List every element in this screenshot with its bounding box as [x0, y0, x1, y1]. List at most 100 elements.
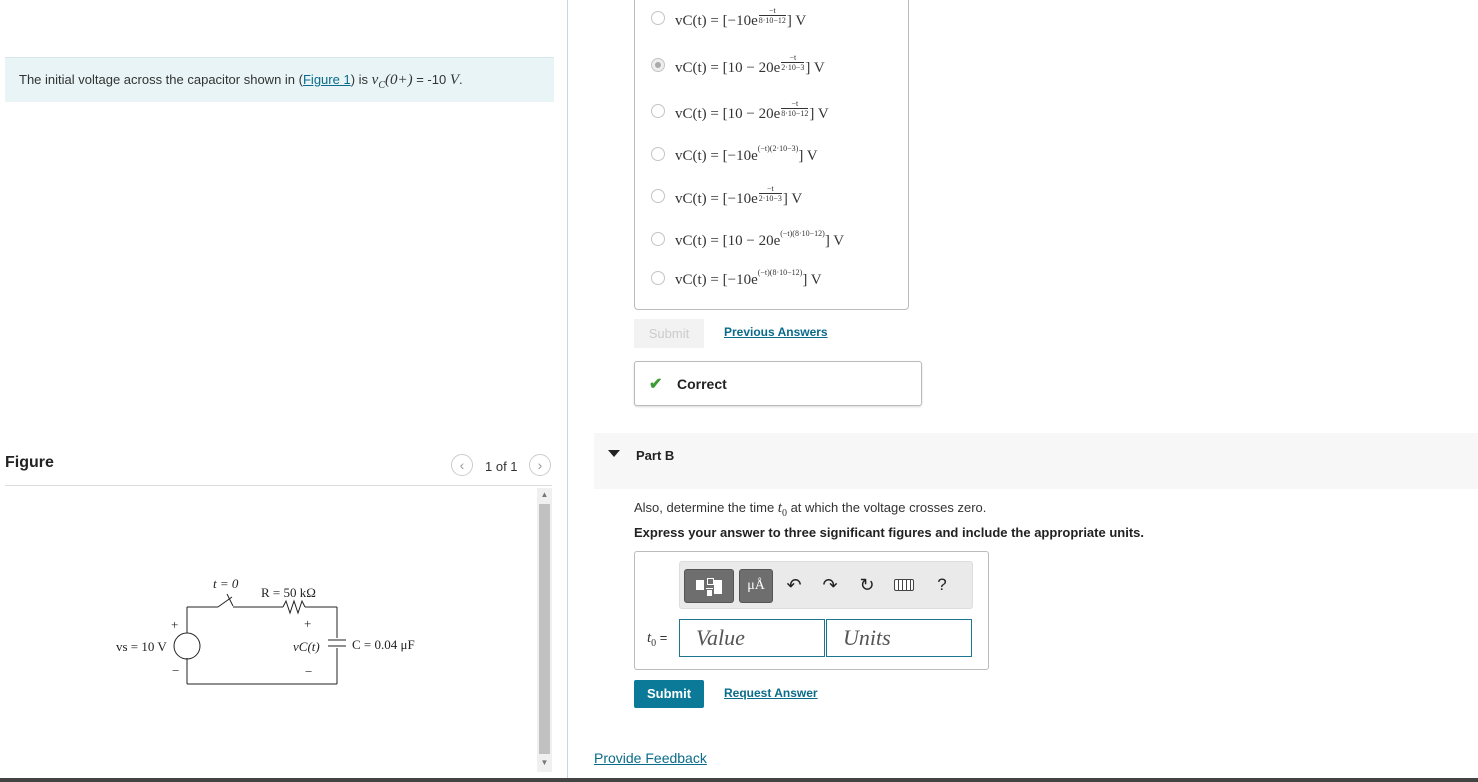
figure-scrollbar[interactable]: ▲ ▼: [537, 488, 552, 772]
option-row[interactable]: vC(t) = [10 − 20e(−t)(8·10−12)] V: [651, 229, 844, 249]
exponent-fraction: −t 2·10−3: [781, 53, 805, 72]
radio-button[interactable]: [651, 147, 665, 161]
scrollbar-thumb[interactable]: [539, 504, 550, 754]
capacitor-label: C = 0.04 μF: [352, 637, 415, 652]
radio-button[interactable]: [651, 11, 665, 25]
cap-plus: +: [304, 616, 311, 631]
request-answer-link[interactable]: Request Answer: [724, 686, 818, 700]
option-formula: vC(t) = [−10e −t 8·10−12] V: [675, 6, 806, 30]
switch-label: t = 0: [213, 576, 239, 591]
part-b-submit-button[interactable]: Submit: [634, 680, 704, 708]
redo-icon[interactable]: ↷: [817, 572, 843, 598]
prompt-suffix: ) is: [350, 72, 372, 87]
templates-icon: [694, 576, 724, 598]
formula-rhs: ] V: [786, 13, 807, 29]
figure-link[interactable]: Figure 1: [303, 72, 351, 87]
prompt-unit: V: [449, 72, 459, 88]
radio-button[interactable]: [651, 271, 665, 285]
option-formula: vC(t) = [−10e −t 2·10−3] V: [675, 184, 802, 208]
chevron-left-icon: ‹: [459, 457, 465, 473]
part-b-header[interactable]: Part B: [594, 433, 1478, 489]
fraction-denominator: 2·10−3: [758, 194, 782, 203]
formula-rhs: ] V: [802, 271, 822, 288]
figure-next-button[interactable]: ›: [529, 454, 551, 476]
problem-statement: The initial voltage across the capacitor…: [5, 57, 554, 102]
option-row[interactable]: vC(t) = [−10e(−t)(8·10−12)] V: [651, 268, 822, 288]
formula-lhs: vC(t) = [−10e: [675, 147, 758, 164]
prompt-end: .: [459, 72, 463, 87]
figure-prev-button[interactable]: ‹: [451, 454, 473, 476]
exponent-fraction: −t 8·10−12: [758, 6, 786, 25]
feedback-label: Correct: [677, 376, 727, 392]
prompt-prefix: The initial voltage across the capacitor…: [19, 72, 303, 87]
resistor-label: R = 50 kΩ: [261, 585, 316, 600]
fraction-numerator: −t: [758, 184, 782, 194]
keyboard-icon[interactable]: [894, 579, 914, 591]
question-suffix: at which the voltage crosses zero.: [786, 500, 987, 515]
option-row[interactable]: vC(t) = [−10e(−t)(2·10−3)] V: [651, 144, 818, 164]
part-b-question: Also, determine the time t0 at which the…: [634, 500, 986, 519]
exponent-fraction: −t 8·10−12: [781, 99, 809, 118]
answer-box: μÅ ↶ ↷ ↻ ? t0 = Value Units: [634, 551, 989, 670]
formula-lhs: vC(t) = [−10e: [675, 271, 758, 288]
figure-title: Figure: [5, 454, 54, 471]
option-row[interactable]: vC(t) = [−10e −t 2·10−3] V: [651, 184, 802, 208]
question-math: t0: [777, 500, 787, 519]
figure-header: Figure ‹ 1 of 1 ›: [5, 452, 552, 486]
answer-label: t0 =: [647, 630, 668, 649]
fraction-denominator: 8·10−12: [781, 109, 809, 118]
templates-button[interactable]: [684, 569, 734, 603]
scroll-up-icon[interactable]: ▲: [537, 488, 552, 502]
formula-lhs: vC(t) = [10 − 20e: [675, 106, 781, 122]
formula-lhs: vC(t) = [−10e: [675, 13, 758, 29]
fraction-numerator: −t: [781, 99, 809, 109]
undo-icon[interactable]: ↶: [781, 572, 807, 598]
option-row[interactable]: vC(t) = [10 − 20e −t 8·10−12] V: [651, 99, 829, 123]
figure-count: 1 of 1: [485, 459, 518, 474]
problem-text: The initial voltage across the capacitor…: [19, 72, 463, 91]
bottom-border: [0, 778, 1478, 782]
formula-rhs: ] V: [805, 60, 825, 76]
radio-button[interactable]: [651, 58, 665, 72]
circuit-diagram: t = 0 R = 50 kΩ vs = 10 V vC(t) C = 0.04…: [116, 576, 415, 685]
option-formula: vC(t) = [10 − 20e(−t)(8·10−12)] V: [675, 229, 844, 250]
fraction-numerator: −t: [758, 6, 786, 16]
caret-down-icon[interactable]: [608, 450, 620, 457]
prompt-math: vC(0+): [371, 72, 413, 91]
pane-divider: [567, 0, 568, 782]
previous-answers-link[interactable]: Previous Answers: [724, 325, 828, 339]
help-icon[interactable]: ?: [929, 572, 955, 598]
formula-rhs: ] V: [824, 232, 845, 249]
radio-button[interactable]: [651, 104, 665, 118]
cap-voltage-label: vC(t): [293, 639, 320, 654]
radio-button[interactable]: [651, 189, 665, 203]
fraction-denominator: 8·10−12: [758, 16, 786, 25]
option-row[interactable]: vC(t) = [−10e −t 8·10−12] V: [651, 6, 806, 30]
option-formula: vC(t) = [10 − 20e −t 8·10−12] V: [675, 99, 829, 123]
check-icon: ✔: [649, 376, 663, 393]
source-minus: −: [172, 663, 179, 678]
reset-icon[interactable]: ↻: [854, 572, 880, 598]
option-row[interactable]: vC(t) = [10 − 20e −t 2·10−3] V: [651, 53, 825, 77]
question-prefix: Also, determine the time: [634, 500, 778, 515]
fraction-denominator: 2·10−3: [781, 63, 805, 72]
math-toolbar: μÅ ↶ ↷ ↻ ?: [679, 561, 973, 609]
units-button[interactable]: μÅ: [739, 569, 773, 603]
formula-lhs: vC(t) = [−10e: [675, 191, 758, 207]
provide-feedback-link[interactable]: Provide Feedback: [594, 750, 707, 766]
source-plus: +: [171, 617, 178, 632]
feedback-correct: ✔ Correct: [634, 361, 922, 406]
exponent: (−t)(8·10−12): [757, 267, 803, 277]
scroll-down-icon[interactable]: ▼: [537, 756, 552, 770]
cap-minus: −: [305, 664, 312, 679]
formula-rhs: ] V: [809, 106, 829, 122]
formula-lhs: vC(t) = [10 − 20e: [675, 60, 781, 76]
value-input[interactable]: Value: [679, 619, 825, 657]
source-label: vs = 10 V: [116, 639, 167, 654]
part-a-submit-button: Submit: [634, 319, 704, 348]
option-formula: vC(t) = [10 − 20e −t 2·10−3] V: [675, 53, 825, 77]
prompt-value: = -10: [412, 72, 450, 87]
units-input[interactable]: Units: [826, 619, 972, 657]
radio-button[interactable]: [651, 232, 665, 246]
exponent: (−t)(2·10−3): [757, 143, 799, 153]
